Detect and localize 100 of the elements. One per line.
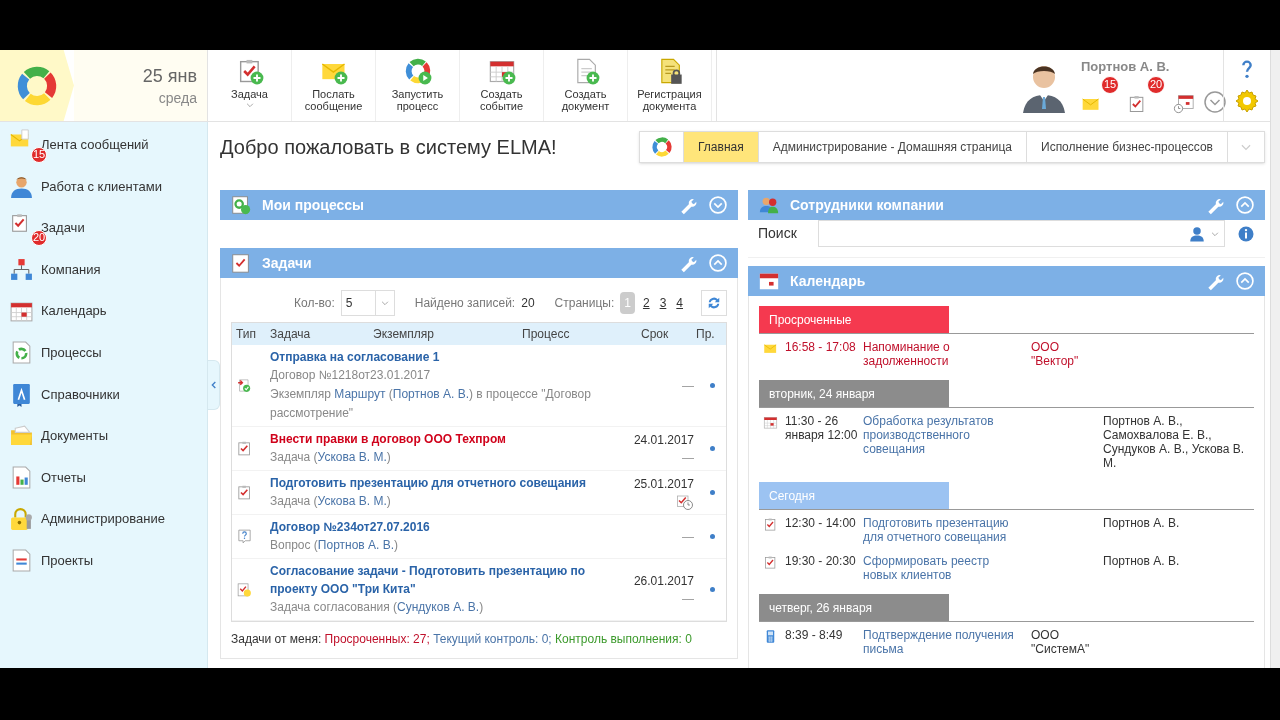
tasks-button[interactable]: 20	[1127, 75, 1165, 114]
tab[interactable]: Главная	[684, 132, 759, 162]
user-icon	[1188, 224, 1206, 243]
sidebar-item[interactable]: Справочники	[0, 373, 207, 416]
sidebar-item[interactable]: 15 Лента сообщений	[0, 124, 207, 166]
participants-text: Портнов А. В., Самохвалова Е. В., Сундуков А. В., Ускова В. М.	[1103, 414, 1246, 470]
collapse-tab[interactable]	[208, 360, 220, 410]
collapse-icon[interactable]	[1235, 271, 1255, 291]
logo-icon	[650, 136, 673, 158]
due-date: 26.01.2017	[633, 572, 694, 590]
task-link[interactable]: Согласование задачи - Подготовить презентацию по проекту ООО "Три Кита"	[270, 562, 622, 598]
event-time: 16:58 - 17:08	[785, 340, 857, 356]
event-link[interactable]: Подготовить презентацию для отчетного совещания	[863, 516, 1031, 544]
envelope-icon	[763, 341, 778, 356]
weekday-text: среда	[158, 88, 197, 108]
sidebar-item[interactable]: Документы	[0, 415, 207, 457]
page-title: Добро пожаловать в систему ELMA!	[220, 135, 557, 160]
dash-text: —	[682, 449, 694, 467]
date-text: 25 янв	[142, 64, 197, 88]
task-detail: Вопрос (Портнов А. В.)	[270, 537, 400, 554]
sidebar-item[interactable]: Работа с клиентами	[0, 165, 207, 208]
clipboard-check-icon	[230, 252, 252, 274]
collapse-icon[interactable]	[1235, 195, 1255, 215]
toolbar-button[interactable]: Запустить процесс	[376, 50, 460, 121]
event-time: 8:39 - 8:49	[785, 628, 844, 644]
task-detail: Экземпляр Маршрут (Портнов А. В.) в процессе "Договор рассмотрение"	[270, 386, 592, 422]
page-link[interactable]: 2	[640, 294, 652, 312]
column-header[interactable]: Задача	[270, 325, 373, 343]
toolbar-button[interactable]: Регистрация документа	[628, 50, 712, 121]
expand-icon[interactable]	[708, 195, 728, 215]
event-link[interactable]: Обработка результатов производственного совещания	[863, 414, 1031, 470]
group-header: Сегодня	[759, 482, 949, 509]
search-field[interactable]	[818, 220, 1225, 247]
due-date: 24.01.2017	[633, 431, 694, 449]
calendar-icon	[763, 415, 778, 430]
task-link[interactable]: Подготовить презентацию для отчетного совещания	[270, 474, 622, 492]
person-link[interactable]: Ускова В. М.	[317, 494, 387, 508]
sidebar-item[interactable]: Компания	[0, 248, 207, 291]
messages-button[interactable]: 15	[1081, 75, 1119, 114]
clipboard-check-icon	[236, 484, 253, 501]
page-link[interactable]: 4	[674, 294, 685, 312]
group-header: вторник, 24 января	[759, 380, 949, 407]
organization-text: ООО "СистемА"	[1031, 628, 1091, 656]
column-header[interactable]: Срок	[641, 325, 696, 343]
task-detail: Задача (Ускова В. М.)	[270, 493, 392, 510]
refresh-button[interactable]	[701, 290, 727, 316]
panel-title: Сотрудники компании	[790, 195, 945, 215]
column-header[interactable]: Экземпляр	[373, 325, 522, 343]
person-link[interactable]: Ускова В. М.	[317, 450, 387, 464]
panel-title: Мои процессы	[262, 195, 365, 215]
sidebar-item[interactable]: Отчеты	[0, 456, 207, 499]
column-header[interactable]: Процесс	[522, 325, 641, 343]
toolbar-button[interactable]: Создать событие	[460, 50, 544, 121]
person-link[interactable]: Портнов А. В.	[317, 538, 395, 552]
logo-panel[interactable]	[0, 50, 74, 121]
task-link[interactable]: Договор №234от27.07.2016	[270, 518, 622, 536]
lock-icon	[9, 506, 34, 532]
ring-play-icon	[403, 57, 432, 85]
count-label: Кол-во:	[294, 295, 335, 312]
question-icon	[236, 528, 253, 545]
toolbar-button[interactable]: Послать сообщение	[292, 50, 376, 121]
person-link[interactable]: Сундуков А. В.	[397, 600, 480, 614]
collapse-icon[interactable]	[708, 253, 728, 273]
event-link[interactable]: Сформировать реестр новых клиентов	[863, 554, 1031, 582]
toolbar-button[interactable]: Задача	[208, 50, 292, 121]
user-name[interactable]: Портнов А. В.	[1081, 57, 1227, 76]
clipboard-check-icon	[236, 440, 253, 457]
group-header: четверг, 26 января	[759, 594, 949, 621]
person-link[interactable]: Маршрут	[334, 387, 386, 401]
info-icon[interactable]	[1237, 224, 1255, 243]
scrollbar[interactable]	[1270, 50, 1280, 668]
clipboard-check-icon	[763, 517, 778, 532]
person-link[interactable]: Портнов А. В.	[392, 387, 470, 401]
sidebar-item[interactable]: Календарь	[0, 290, 207, 332]
task-detail: Задача согласования (Сундуков А. В.)	[270, 599, 485, 616]
participants-text: Портнов А. В.	[1103, 516, 1181, 532]
event-link[interactable]: Напоминание о задолженности	[863, 340, 1031, 368]
sidebar-item[interactable]: Процессы	[0, 331, 207, 374]
event-time: 19:30 - 20:30	[785, 554, 857, 570]
participants-text: Портнов А. В.	[1103, 554, 1181, 570]
tab[interactable]: Администрирование - Домашняя страница	[758, 132, 1027, 162]
task-link[interactable]: Отправка на согласование 1	[270, 348, 622, 366]
settings-icon[interactable]	[1235, 88, 1259, 113]
chevron-down-icon[interactable]	[1203, 89, 1227, 114]
sidebar-item[interactable]: Администрирование	[0, 498, 207, 540]
column-header[interactable]: Пр.	[696, 325, 726, 343]
toolbar-button[interactable]: Создать документ	[544, 50, 628, 121]
caret-icon	[379, 298, 390, 308]
page-link[interactable]: 3	[657, 294, 669, 312]
count-select[interactable]: 5	[340, 290, 395, 316]
column-header[interactable]: Тип	[236, 325, 270, 343]
search-label: Поиск	[758, 224, 798, 243]
tab[interactable]: Исполнение бизнес-процессов	[1027, 132, 1228, 162]
count-badge: 15	[1101, 75, 1119, 94]
task-link[interactable]: Внести правки в договор ООО Техпром	[270, 430, 622, 448]
task-approval-icon	[236, 581, 253, 598]
sidebar-item[interactable]: 20 Задачи	[0, 207, 207, 249]
event-time: 11:30 - 26 января 12:00	[785, 414, 859, 444]
sidebar-item[interactable]: Проекты	[0, 539, 207, 582]
event-link[interactable]: Подтверждение получения письма	[863, 628, 1031, 656]
